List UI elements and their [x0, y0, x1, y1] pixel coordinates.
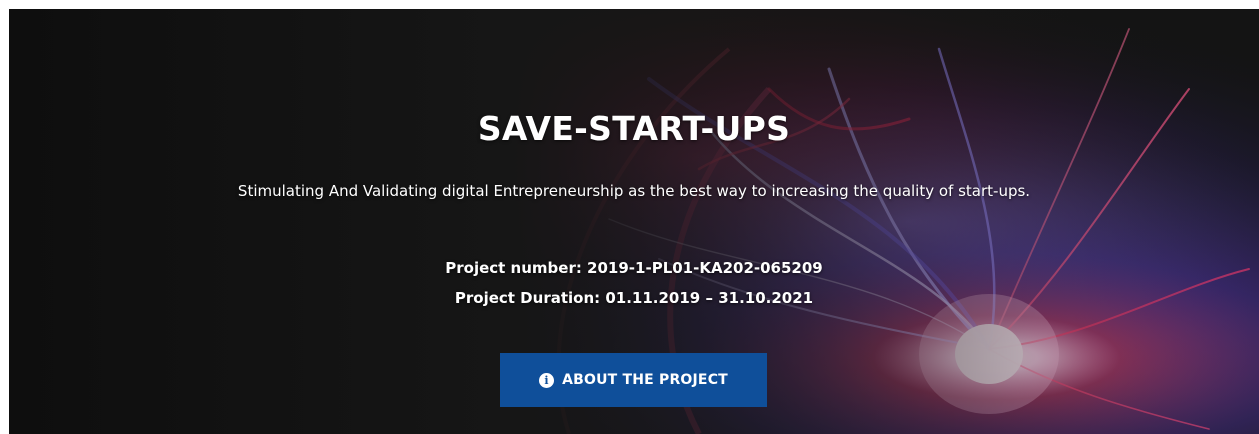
hero-section: SAVE-START-UPS Stimulating And Validatin…: [9, 9, 1259, 434]
hero-subtitle: Stimulating And Validating digital Entre…: [237, 182, 1031, 200]
page-title: SAVE-START-UPS: [477, 109, 791, 148]
info-circle-icon: i: [539, 372, 555, 388]
project-meta: Project number: 2019-1-PL01-KA202-065209…: [9, 253, 1259, 313]
about-the-project-label: ABOUT THE PROJECT: [562, 372, 728, 388]
project-duration: Project Duration: 01.11.2019 – 31.10.202…: [454, 289, 814, 307]
hero-content: SAVE-START-UPS Stimulating And Validatin…: [9, 9, 1259, 434]
about-the-project-button[interactable]: i ABOUT THE PROJECT: [500, 353, 767, 407]
project-number: Project number: 2019-1-PL01-KA202-065209: [445, 259, 823, 277]
